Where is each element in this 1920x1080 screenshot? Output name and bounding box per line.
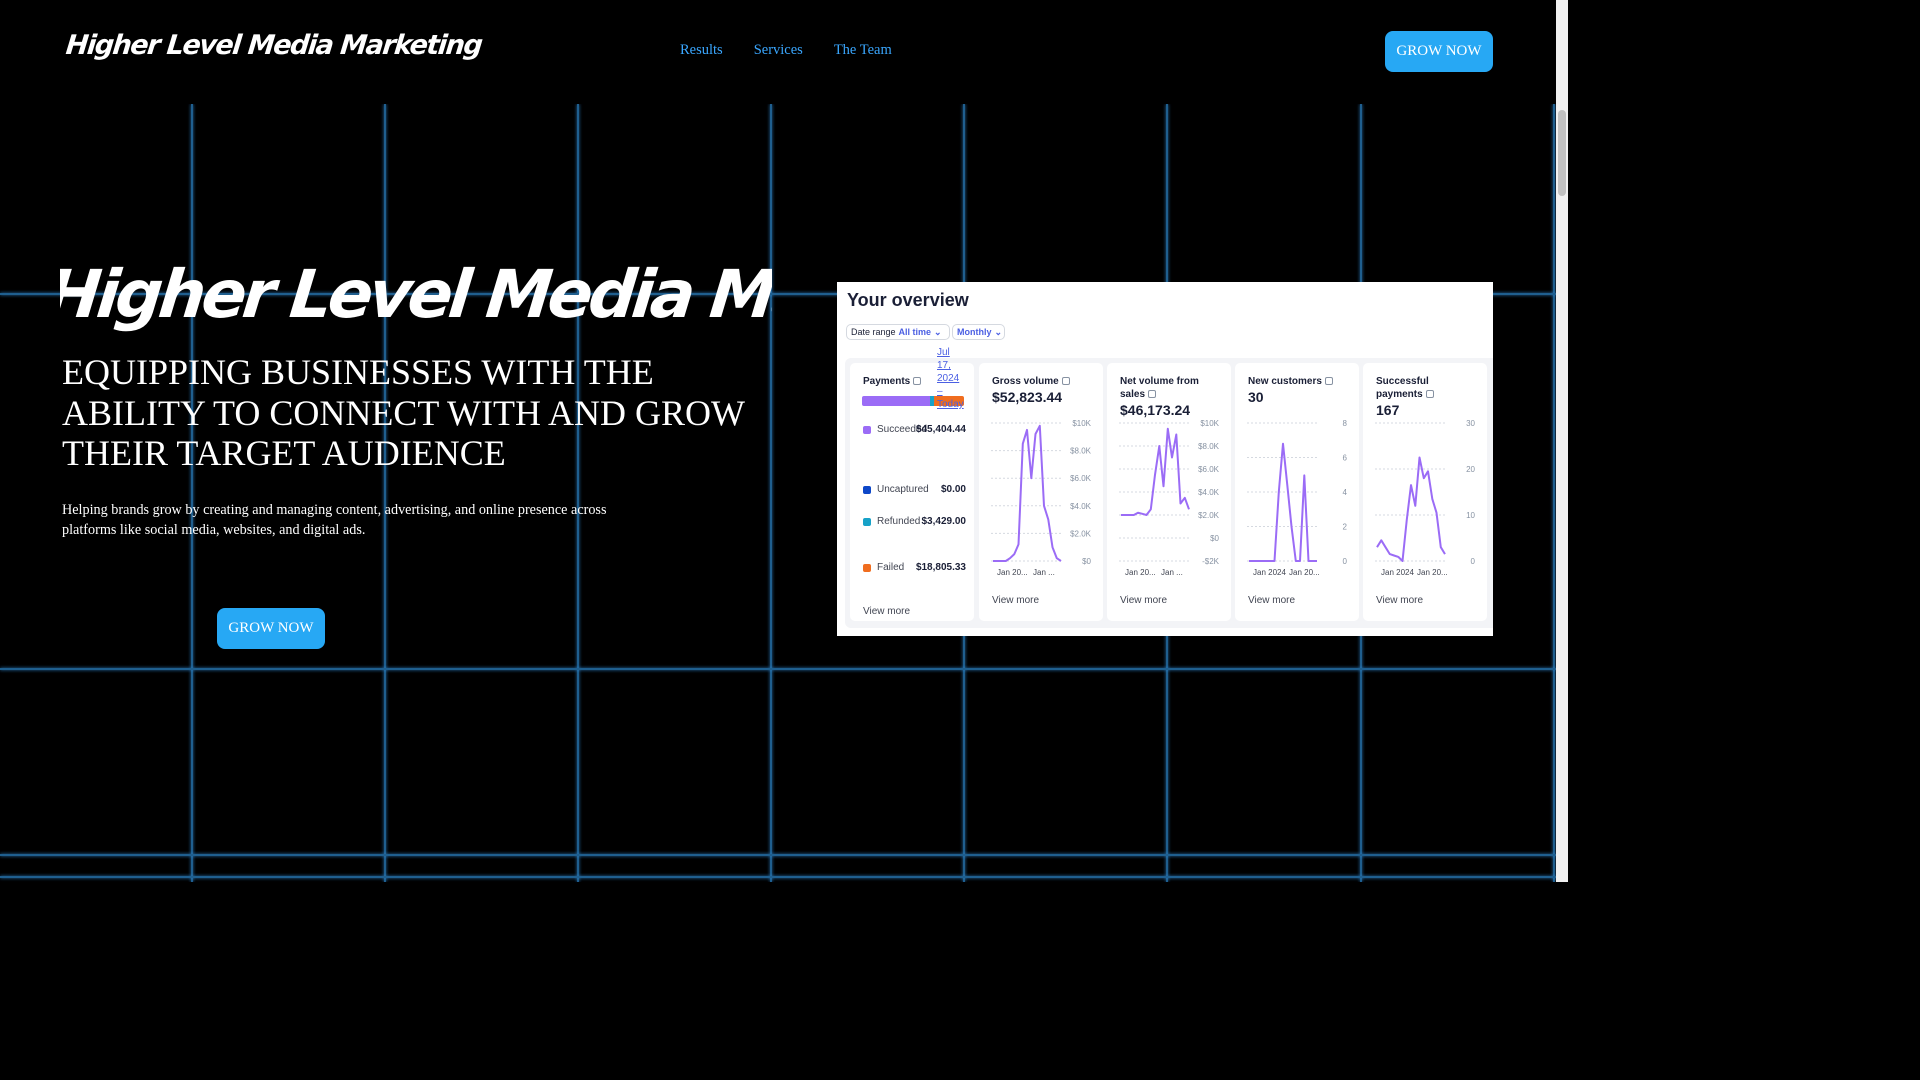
status-dot	[863, 518, 871, 526]
y-tick-label: 4	[1343, 488, 1348, 497]
info-icon	[1324, 377, 1333, 386]
successful-payments-view-more-link: View more	[1376, 595, 1424, 606]
payment-row-refunded: Refunded $3,429.00	[863, 515, 966, 543]
y-tick-label: $6.0K	[1198, 465, 1220, 474]
new-customers-card: New customers 30 8 6 4 2 0 Jan 2024 Jan 20... …	[1235, 363, 1359, 621]
series-line	[1249, 442, 1317, 562]
successful-payments-chart: 30 20 10 0 Jan 2024 Jan 20...	[1375, 419, 1476, 577]
y-tick-label: $0	[1210, 534, 1219, 543]
y-tick-label: -$2K	[1202, 557, 1220, 566]
gross-volume-card: Gross volume $52,823.44 $10K $8.0K $6.0K $4…	[979, 363, 1103, 621]
x-tick-label: Jan ...	[1033, 568, 1055, 577]
net-volume-chart: $10K $8.0K $6.0K $4.0K $2.0K $0 -$2K Jan 20... J…	[1119, 419, 1220, 577]
y-tick-label: $2.0K	[1198, 511, 1220, 520]
info-icon	[1148, 390, 1157, 399]
payment-row-succeeded: Succeeded $45,404.44	[863, 423, 966, 463]
payment-row-failed: Failed $18,805.33	[863, 561, 966, 589]
x-tick-label: Jan 20...	[1125, 568, 1156, 577]
chevron-down-icon: ⌄	[934, 326, 942, 337]
interval-filter: Monthly ⌄	[952, 324, 1005, 340]
net-volume-card: Net volume from sales $46,173.24 $10K $8.…	[1107, 363, 1231, 621]
new-customers-view-more-link: View more	[1248, 595, 1296, 606]
x-tick-label: Jan 2024	[1381, 568, 1414, 577]
y-tick-label: 30	[1466, 419, 1475, 428]
y-tick-label: $10K	[1072, 419, 1091, 428]
net-volume-view-more-link: View more	[1120, 595, 1168, 606]
series-line	[1121, 427, 1190, 516]
hero-subtitle: Helping brands grow by creating and mana…	[62, 502, 607, 538]
y-tick-label: 6	[1343, 454, 1348, 463]
x-tick-label: Jan 20...	[997, 568, 1028, 577]
y-tick-label: $6.0K	[1070, 474, 1092, 483]
header-grow-now-button[interactable]: GROW NOW	[1385, 31, 1493, 72]
hero-brand-wordmark: Higher Level Media Marketing	[60, 262, 772, 333]
y-tick-label: $2.0K	[1070, 529, 1092, 538]
x-tick-label: Jan 20...	[1289, 568, 1320, 577]
status-dot	[863, 564, 871, 572]
info-icon	[1061, 377, 1070, 386]
y-tick-label: $8.0K	[1070, 447, 1092, 456]
dashboard-title: Your overview	[847, 290, 969, 310]
gross-volume-view-more-link: View more	[992, 595, 1040, 606]
page-scrollbar[interactable]	[1556, 0, 1568, 882]
new-customers-chart: 8 6 4 2 0 Jan 2024 Jan 20...	[1247, 419, 1348, 577]
gross-volume-chart: $10K $8.0K $6.0K $4.0K $2.0K $0 Jan 20... Jan .…	[991, 419, 1092, 577]
nav-link-team[interactable]: The Team	[834, 42, 892, 59]
nav-link-results[interactable]: Results	[680, 42, 723, 59]
overview-dashboard-image: Your overview Date range All time ⌄ Mont…	[837, 282, 1493, 636]
y-tick-label: $10K	[1200, 419, 1219, 428]
date-range-filter: Date range All time ⌄	[846, 324, 950, 340]
y-tick-label: 20	[1466, 465, 1475, 474]
hero-title: EQUIPPING BUSINESSES WITH THE ABILITY TO…	[62, 352, 745, 473]
nav-link-services[interactable]: Services	[754, 42, 803, 59]
x-tick-label: Jan 20...	[1417, 568, 1448, 577]
y-tick-label: 0	[1471, 557, 1476, 566]
info-icon	[913, 377, 922, 386]
status-dot	[863, 486, 871, 494]
series-line	[993, 424, 1062, 562]
date-range-link: Jul 17, 2024 – Today	[937, 347, 964, 410]
status-dot	[863, 426, 871, 434]
y-tick-label: $8.0K	[1198, 442, 1220, 451]
y-tick-label: $4.0K	[1198, 488, 1220, 497]
y-tick-label: 10	[1466, 511, 1475, 520]
site-logo[interactable]: Higher Level Media Marketing	[64, 30, 483, 61]
x-tick-label: Jan ...	[1161, 568, 1183, 577]
payments-view-more-link: View more	[863, 606, 911, 617]
successful-payments-card: Successful payments 167 30 20 10 0 Jan 2024 J…	[1363, 363, 1487, 621]
x-tick-label: Jan 2024	[1253, 568, 1286, 577]
scrollbar-thumb[interactable]	[1558, 110, 1566, 196]
series-line	[1376, 456, 1446, 562]
main-nav: Results Services The Team	[680, 42, 892, 59]
site-header: Higher Level Media Marketing Results Ser…	[0, 0, 1556, 104]
y-tick-label: $4.0K	[1070, 502, 1092, 511]
payment-row-uncaptured: Uncaptured $0.00	[863, 483, 966, 497]
info-icon	[1425, 390, 1434, 399]
y-tick-label: 8	[1343, 419, 1348, 428]
y-tick-label: $0	[1082, 557, 1091, 566]
hero-grow-now-button[interactable]: GROW NOW	[217, 608, 325, 649]
y-tick-label: 0	[1343, 557, 1348, 566]
y-tick-label: 2	[1343, 523, 1348, 532]
chevron-down-icon: ⌄	[994, 326, 1003, 337]
